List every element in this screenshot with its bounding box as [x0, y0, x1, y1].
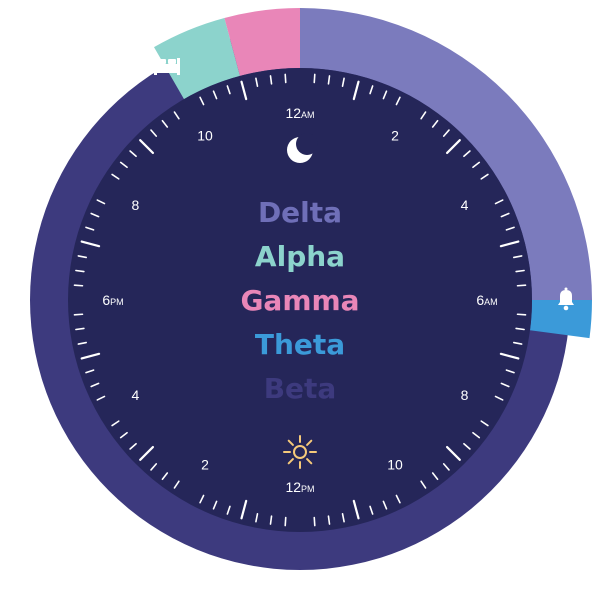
hour-label: 8: [461, 387, 469, 403]
tick: [313, 516, 316, 527]
tick: [269, 75, 273, 85]
hour-label: 2: [201, 457, 209, 473]
hour-label: 4: [132, 387, 140, 403]
tick: [73, 284, 84, 287]
tick: [516, 313, 527, 316]
tick: [73, 313, 84, 316]
hour-label: 2: [391, 127, 399, 143]
stage-label-alpha: Alpha: [255, 240, 345, 273]
tick: [327, 75, 331, 85]
hour-label: 4: [461, 197, 469, 213]
tick: [75, 327, 85, 331]
hour-label: 8: [132, 197, 140, 213]
tick: [75, 269, 85, 273]
tick: [313, 73, 316, 84]
hour-label: 10: [387, 457, 403, 473]
stage-label-gamma: Gamma: [240, 284, 359, 317]
stage-label-theta: Theta: [255, 328, 345, 361]
stage-label-delta: Delta: [258, 196, 342, 229]
hour-label: 10: [197, 127, 213, 143]
tick: [516, 284, 527, 287]
tick: [284, 73, 287, 84]
tick: [515, 269, 525, 273]
tick: [515, 327, 525, 331]
tick: [327, 515, 331, 525]
tick: [284, 516, 287, 527]
stage-label-beta: Beta: [264, 372, 337, 405]
sleep-clock: 12AM246AM81012PM246PM810 DeltaAlphaGamma…: [30, 8, 592, 570]
tick: [269, 515, 273, 525]
